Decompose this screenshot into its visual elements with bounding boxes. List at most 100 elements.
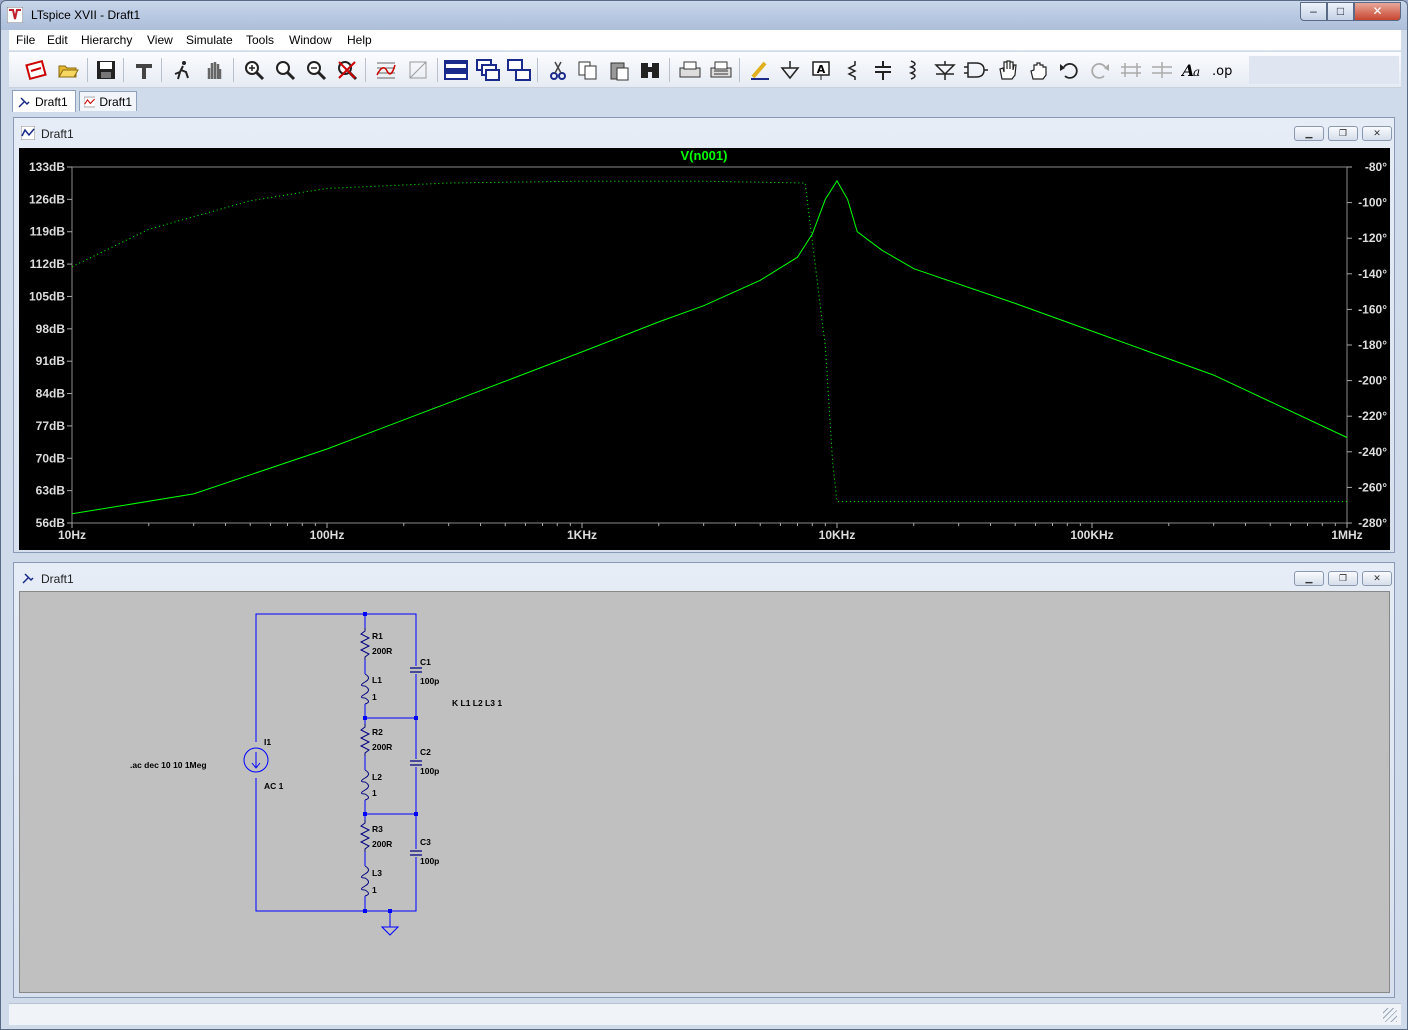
k-directive[interactable]: K L1 L2 L3 1	[452, 698, 502, 708]
menu-simulate[interactable]: Simulate	[186, 33, 233, 47]
zoom-in-icon[interactable]	[241, 57, 267, 83]
move-icon[interactable]	[994, 57, 1020, 83]
trace-label[interactable]: V(n001)	[681, 148, 728, 163]
l1-label[interactable]: L1	[372, 675, 382, 685]
ground-symbol[interactable]	[380, 926, 400, 936]
l3-label[interactable]: L3	[372, 868, 382, 878]
resistor-r2[interactable]	[359, 724, 371, 756]
c1-value[interactable]: 100p	[420, 676, 439, 686]
save-icon[interactable]	[93, 57, 119, 83]
resize-grip[interactable]	[1383, 1008, 1397, 1022]
l3-value[interactable]: 1	[372, 885, 377, 895]
capacitor-icon[interactable]	[870, 57, 896, 83]
rotate-icon[interactable]	[1118, 57, 1144, 83]
cascade-icon[interactable]	[475, 57, 501, 83]
title-bar[interactable]: LTspice XVII - Draft1 ‒ □ ✕	[1, 1, 1407, 30]
tab-waveform[interactable]: Draft1	[79, 91, 137, 111]
diode-icon[interactable]	[932, 57, 958, 83]
ground-icon[interactable]	[777, 57, 803, 83]
control-panel-icon[interactable]	[131, 57, 157, 83]
redo-icon[interactable]	[1087, 57, 1113, 83]
r3-label[interactable]: R3	[372, 824, 383, 834]
tile-horizontal-icon[interactable]	[443, 57, 469, 83]
l2-value[interactable]: 1	[372, 788, 377, 798]
schematic-canvas[interactable]: R1 200R L1 1 R2 200R L2 1 R3 200R L3 1 C…	[19, 591, 1390, 993]
i1-value[interactable]: AC 1	[264, 781, 284, 791]
mirror-icon[interactable]	[1149, 57, 1175, 83]
y-right-tick-label: -140°	[1358, 267, 1387, 281]
ac-directive[interactable]: .ac dec 10 10 1Meg	[130, 760, 207, 770]
menu-file[interactable]: File	[16, 33, 35, 47]
draw-wire-icon[interactable]	[747, 57, 773, 83]
waveform-plot[interactable]: 10Hz 100Hz 1KHz 10KHz 100KHz 1MHz 133dB 126dB 11…	[19, 148, 1390, 550]
new-schematic-icon[interactable]	[23, 57, 49, 83]
inductor-l3[interactable]	[360, 865, 370, 897]
schematic-window-title-bar[interactable]: Draft1 ▁ ❐ ✕	[14, 563, 1394, 593]
toolbar: A A a .op	[9, 52, 1401, 88]
i1-label[interactable]: I1	[264, 737, 271, 747]
tile-vertical-icon[interactable]	[506, 57, 532, 83]
menu-help[interactable]: Help	[347, 33, 372, 47]
restore-button[interactable]: ❐	[1328, 126, 1358, 141]
find-icon[interactable]	[637, 57, 663, 83]
inductor-l2[interactable]	[360, 769, 370, 801]
zoom-fit-icon[interactable]	[334, 57, 360, 83]
run-icon[interactable]	[169, 57, 195, 83]
r3-value[interactable]: 200R	[372, 839, 392, 849]
close-button[interactable]: ✕	[1362, 126, 1392, 141]
print-icon[interactable]	[677, 57, 703, 83]
print-setup-icon[interactable]	[708, 57, 734, 83]
c1-label[interactable]: C1	[420, 657, 431, 667]
tab-schematic[interactable]: Draft1	[12, 90, 76, 112]
paste-icon[interactable]	[606, 57, 632, 83]
minimize-button[interactable]: ▁	[1294, 571, 1324, 586]
current-source-i1[interactable]	[243, 742, 269, 778]
drag-icon[interactable]	[1025, 57, 1051, 83]
menu-edit[interactable]: Edit	[47, 33, 68, 47]
undo-icon[interactable]	[1056, 57, 1082, 83]
resistor-r3[interactable]	[359, 820, 371, 852]
wires[interactable]	[255, 613, 417, 927]
c2-label[interactable]: C2	[420, 747, 431, 757]
bode-plot-chart[interactable]: 10Hz 100Hz 1KHz 10KHz 100KHz 1MHz 133dB 126dB 11…	[19, 148, 1390, 550]
l1-value[interactable]: 1	[372, 692, 377, 702]
waveform-window-title-bar[interactable]: Draft1 ▁ ❐ ✕	[14, 118, 1394, 148]
zoom-out-icon[interactable]	[303, 57, 329, 83]
resistor-icon[interactable]	[839, 57, 865, 83]
copy-icon[interactable]	[575, 57, 601, 83]
pan-icon[interactable]	[272, 57, 298, 83]
r1-label[interactable]: R1	[372, 631, 383, 641]
magnitude-trace[interactable]	[71, 179, 1348, 515]
r1-value[interactable]: 200R	[372, 646, 392, 656]
c3-label[interactable]: C3	[420, 837, 431, 847]
menu-window[interactable]: Window	[289, 33, 332, 47]
open-icon[interactable]	[55, 57, 81, 83]
maximize-button[interactable]: □	[1327, 2, 1354, 21]
r2-label[interactable]: R2	[372, 727, 383, 737]
menu-tools[interactable]: Tools	[246, 33, 274, 47]
inductor-icon[interactable]	[901, 57, 927, 83]
autorange-icon[interactable]	[373, 57, 399, 83]
close-button[interactable]: ✕	[1362, 571, 1392, 586]
minimize-button[interactable]: ‒	[1300, 2, 1327, 21]
component-icon[interactable]	[963, 57, 989, 83]
label-net-icon[interactable]: A	[808, 57, 834, 83]
inductor-l1[interactable]	[360, 673, 370, 705]
menu-hierarchy[interactable]: Hierarchy	[81, 33, 132, 47]
halt-icon[interactable]	[201, 57, 227, 83]
c3-value[interactable]: 100p	[420, 856, 439, 866]
text-icon[interactable]: Aa	[1180, 57, 1206, 83]
y-left-tick-label: 105dB	[29, 289, 65, 303]
r2-value[interactable]: 200R	[372, 742, 392, 752]
minimize-button[interactable]: ▁	[1294, 126, 1324, 141]
close-button[interactable]: ✕	[1354, 2, 1401, 21]
restore-button[interactable]: ❐	[1328, 571, 1358, 586]
resistor-r1[interactable]	[359, 628, 371, 660]
menu-view[interactable]: View	[147, 33, 173, 47]
grid-icon[interactable]	[405, 57, 431, 83]
c2-value[interactable]: 100p	[420, 766, 439, 776]
spice-directive-icon[interactable]: .op	[1211, 57, 1237, 83]
cut-icon[interactable]	[545, 57, 571, 83]
l2-label[interactable]: L2	[372, 772, 382, 782]
phase-trace[interactable]	[71, 180, 1347, 503]
